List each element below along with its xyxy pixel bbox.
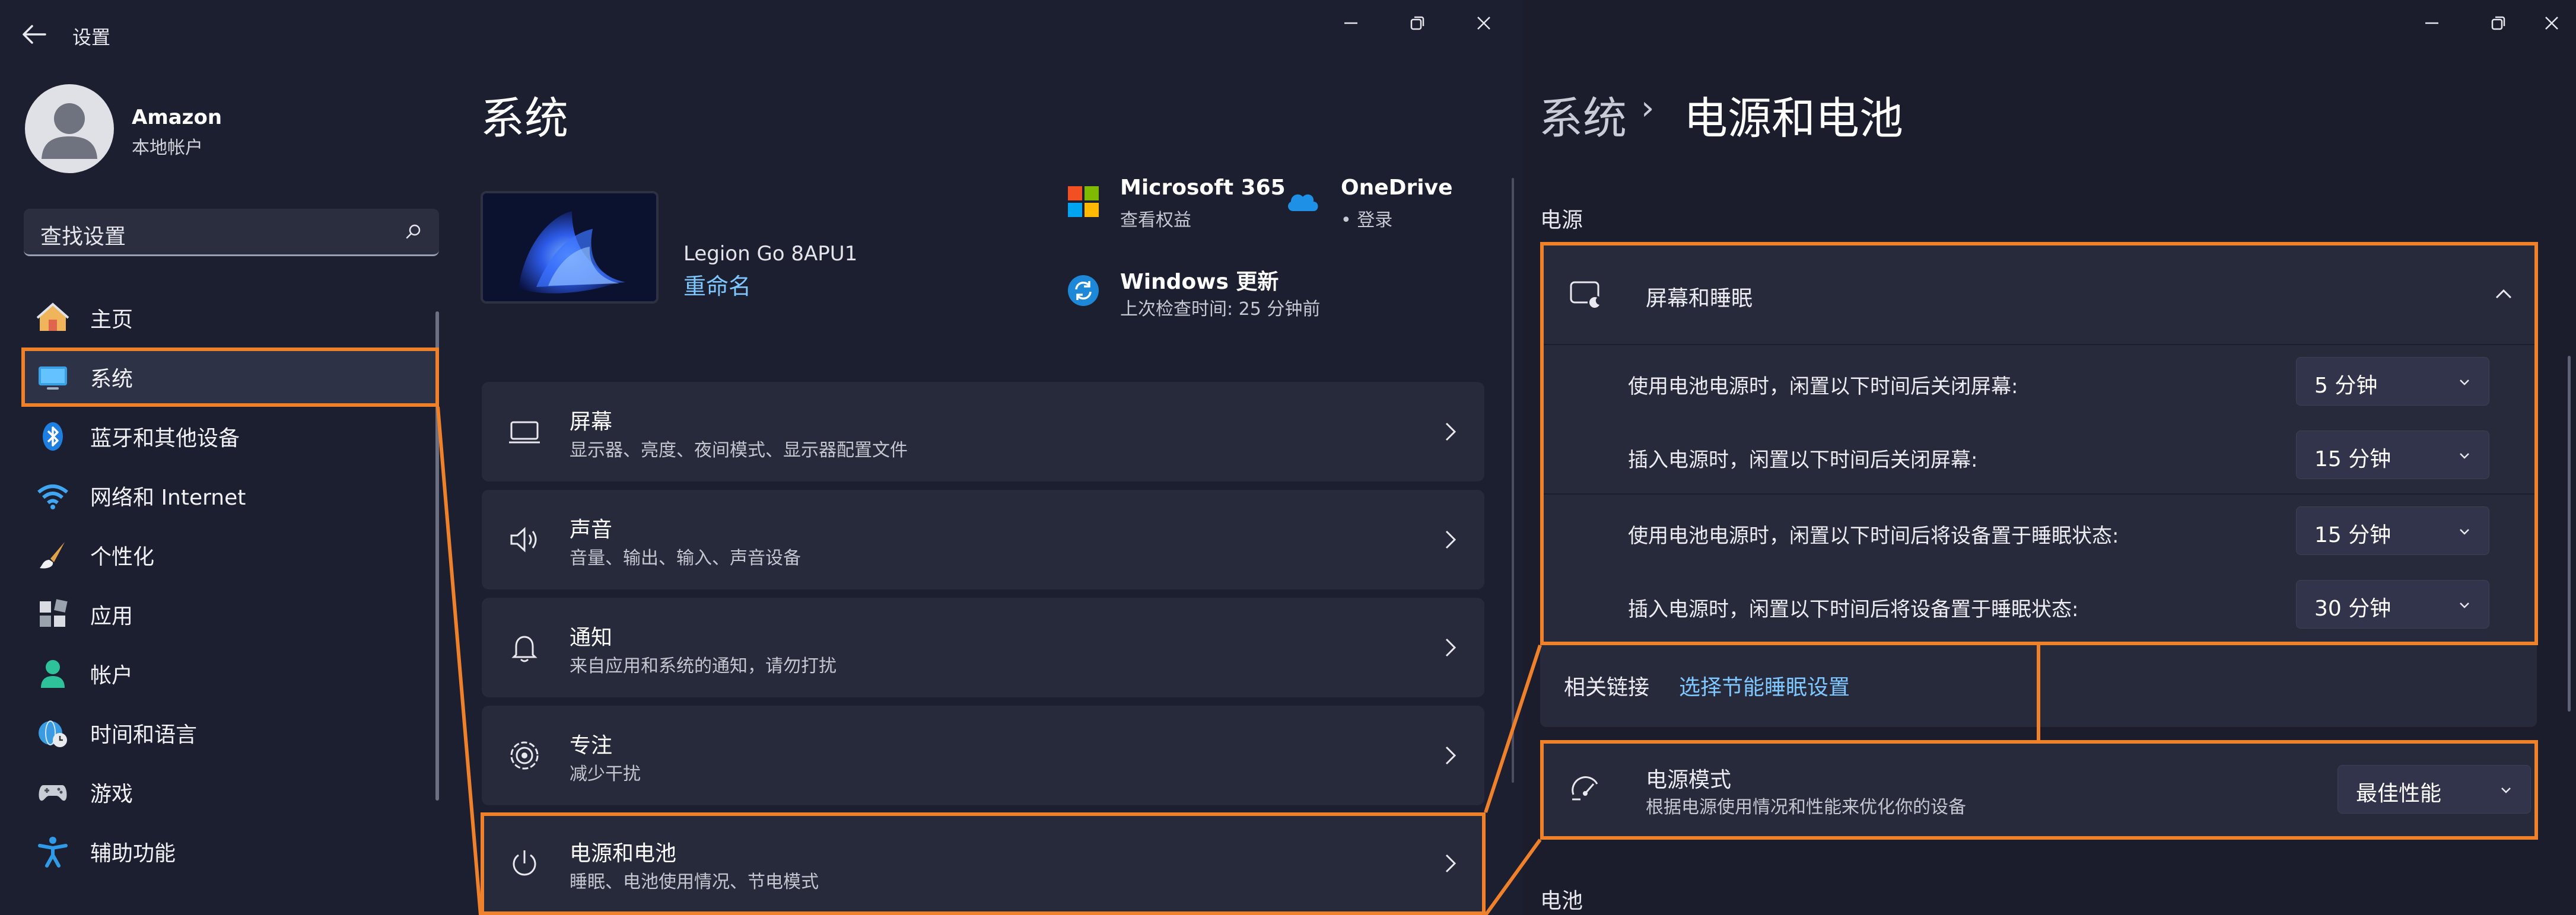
zoom-connector-lines bbox=[436, 406, 1542, 915]
